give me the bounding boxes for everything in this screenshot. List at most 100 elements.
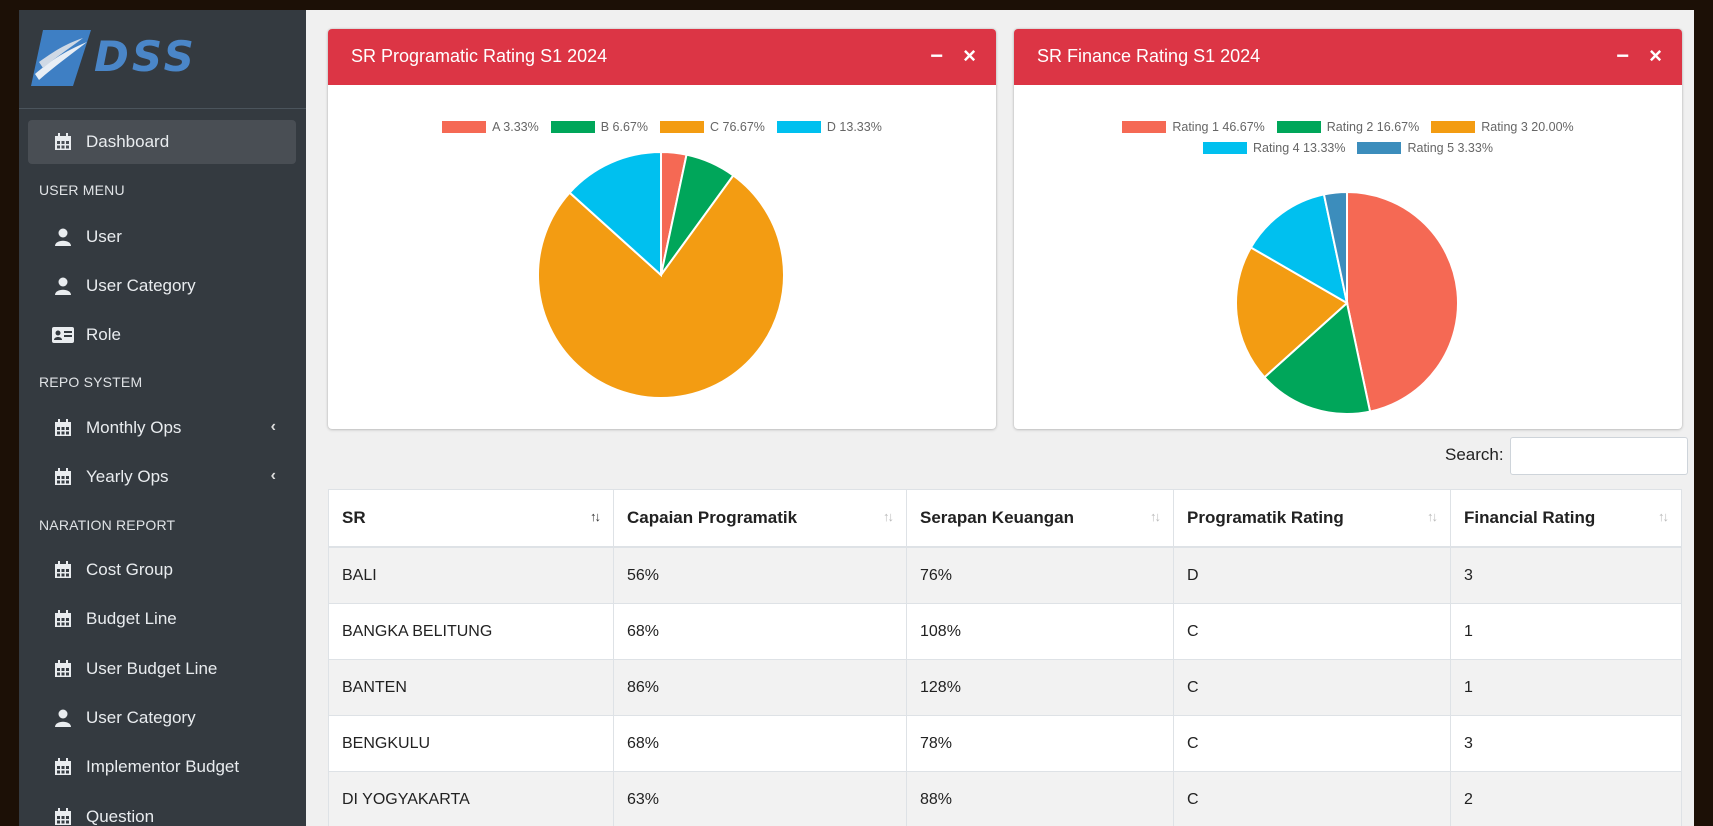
table-cell: BANGKA BELITUNG — [328, 603, 614, 660]
sidebar-item-yearly-ops[interactable]: Yearly Ops ‹ — [28, 455, 296, 499]
sidebar-item-implementor-budget[interactable]: Implementor Budget — [28, 745, 296, 789]
nav-header-user-menu: USER MENU — [39, 182, 125, 198]
search-label: Search: — [1445, 445, 1504, 464]
column-header-serapan[interactable]: Serapan Keuangan ↑↓ — [906, 489, 1174, 548]
sidebar-item-label: User Budget Line — [86, 659, 218, 678]
sidebar-item-label: Question — [86, 807, 155, 826]
table-row: BALI 56% 76% D 3 — [328, 546, 1682, 604]
brand-logo[interactable]: DSS — [19, 10, 306, 109]
finance-rating-card: SR Finance Rating S1 2024 − × Rating 1 4… — [1014, 29, 1682, 429]
table-header-row: SR ↑↓ Capaian Programatik ↑↓ Serapan Keuan… — [328, 489, 1682, 548]
sidebar-item-budget-line[interactable]: Budget Line — [28, 597, 296, 641]
chevron-left-icon: ‹ — [270, 418, 276, 435]
logo-text: DSS — [94, 32, 197, 81]
card-header: SR Programatic Rating S1 2024 − × — [328, 29, 996, 85]
card-header: SR Finance Rating S1 2024 − × — [1014, 29, 1682, 85]
table-row: BANTEN 86% 128% C 1 — [328, 659, 1682, 716]
table-cell: C — [1173, 715, 1451, 772]
table-cell: BALI — [328, 546, 614, 604]
column-header-sr[interactable]: SR ↑↓ — [328, 489, 614, 548]
sidebar-item-user-budget-line[interactable]: User Budget Line — [28, 647, 296, 691]
table-cell: 78% — [906, 715, 1174, 772]
table-cell: 1 — [1450, 659, 1682, 716]
column-header-programatik-rating[interactable]: Programatik Rating ↑↓ — [1173, 489, 1451, 548]
finance-pie-chart — [1235, 190, 1459, 415]
close-icon[interactable]: × — [963, 43, 976, 69]
table-cell: 76% — [906, 546, 1174, 604]
sidebar-item-label: Implementor Budget — [86, 757, 240, 776]
sort-icon: ↑↓ — [1658, 509, 1669, 524]
table-cell: C — [1173, 659, 1451, 716]
sidebar-item-question[interactable]: Question — [28, 795, 296, 826]
column-header-capaian[interactable]: Capaian Programatik ↑↓ — [613, 489, 907, 548]
sidebar-item-label: User Category — [86, 708, 196, 727]
sidebar-item-label: User — [86, 227, 122, 246]
sidebar-item-label: User Category — [86, 276, 196, 295]
table-row: BENGKULU 68% 78% C 3 — [328, 715, 1682, 772]
calendar-icon — [52, 560, 74, 580]
sidebar-item-label: Dashboard — [86, 132, 170, 151]
sidebar-item-monthly-ops[interactable]: Monthly Ops ‹ — [28, 406, 296, 450]
calendar-icon — [52, 132, 74, 152]
app-frame: DSS Dashboard USER MENU User User Catego… — [19, 10, 1694, 826]
sr-rating-table: SR ↑↓ Capaian Programatik ↑↓ Serapan Keuan… — [328, 489, 1682, 826]
card-title: SR Finance Rating S1 2024 — [1037, 46, 1261, 66]
card-tools: − × — [930, 43, 976, 69]
sidebar-item-label: Role — [86, 325, 121, 344]
card-title: SR Programatic Rating S1 2024 — [351, 46, 608, 66]
sidebar-item-label: Budget Line — [86, 609, 177, 628]
table-cell: C — [1173, 771, 1451, 826]
table-cell: BENGKULU — [328, 715, 614, 772]
table-cell: 63% — [613, 771, 907, 826]
column-header-financial-rating[interactable]: Financial Rating ↑↓ — [1450, 489, 1682, 548]
table-cell: 3 — [1450, 546, 1682, 604]
table-cell: 128% — [906, 659, 1174, 716]
table-cell: C — [1173, 603, 1451, 660]
nav-header-repo-system: REPO SYSTEM — [39, 374, 143, 390]
calendar-icon — [52, 418, 74, 438]
sidebar: DSS Dashboard USER MENU User User Catego… — [19, 10, 306, 826]
sidebar-item-user-category[interactable]: User Category — [28, 264, 296, 308]
table-cell: 86% — [613, 659, 907, 716]
table-cell: 56% — [613, 546, 907, 604]
user-icon — [52, 276, 74, 296]
table-cell: 88% — [906, 771, 1174, 826]
calendar-icon — [52, 609, 74, 629]
id-card-icon — [52, 325, 74, 345]
close-icon[interactable]: × — [1649, 43, 1662, 69]
sort-icon: ↑↓ — [1150, 509, 1161, 524]
sort-icon: ↑↓ — [883, 509, 894, 524]
table-cell: 3 — [1450, 715, 1682, 772]
user-icon — [52, 708, 74, 728]
sidebar-item-user-category-2[interactable]: User Category — [28, 696, 296, 740]
table-cell: BANTEN — [328, 659, 614, 716]
sidebar-item-label: Monthly Ops — [86, 418, 182, 437]
table-cell: 68% — [613, 603, 907, 660]
sidebar-item-cost-group[interactable]: Cost Group — [28, 548, 296, 592]
table-cell: 68% — [613, 715, 907, 772]
table-row: DI YOGYAKARTA 63% 88% C 2 — [328, 771, 1682, 826]
user-icon — [52, 227, 74, 247]
minimize-icon[interactable]: − — [1616, 43, 1629, 69]
card-tools: − × — [1616, 43, 1662, 69]
sidebar-item-user[interactable]: User — [28, 215, 296, 259]
table-cell: 2 — [1450, 771, 1682, 826]
table-row: BANGKA BELITUNG 68% 108% C 1 — [328, 603, 1682, 660]
calendar-icon — [52, 807, 74, 826]
sidebar-item-dashboard[interactable]: Dashboard — [28, 120, 296, 164]
table-cell: 1 — [1450, 603, 1682, 660]
sidebar-item-label: Cost Group — [86, 560, 173, 579]
search-input[interactable] — [1510, 437, 1688, 475]
nav-header-naration-report: NARATION REPORT — [39, 517, 176, 533]
calendar-icon — [52, 757, 74, 777]
chevron-left-icon: ‹ — [270, 467, 276, 484]
logo-icon — [31, 30, 91, 86]
sort-icon: ↑↓ — [590, 509, 601, 524]
table-cell: D — [1173, 546, 1451, 604]
sidebar-item-label: Yearly Ops — [86, 467, 169, 486]
programatic-pie-chart — [537, 150, 785, 399]
minimize-icon[interactable]: − — [930, 43, 943, 69]
calendar-icon — [52, 659, 74, 679]
sort-icon: ↑↓ — [1427, 509, 1438, 524]
sidebar-item-role[interactable]: Role — [28, 313, 296, 357]
